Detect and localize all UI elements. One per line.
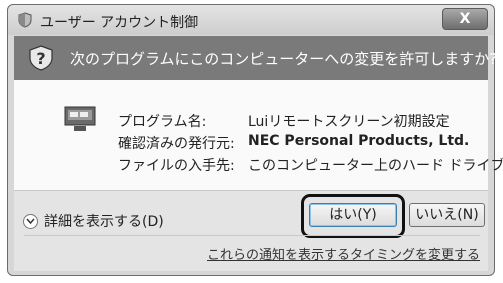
publisher-value: NEC Personal Products, Ltd.: [248, 133, 470, 149]
close-button[interactable]: X: [442, 8, 488, 30]
file-source-value: このコンピューター上のハード ドライブ: [248, 158, 503, 174]
program-details: プログラム名: Luiリモートスクリーン初期設定 確認済みの発行元: NEC P…: [14, 80, 503, 190]
publisher-label: 確認済みの発行元:: [118, 136, 235, 152]
window-title: ユーザー アカウント制御: [40, 15, 199, 31]
file-source-label: ファイルの入手先:: [118, 158, 235, 174]
program-name-value: Luiリモートスクリーン初期設定: [248, 114, 450, 130]
footer-divider: [24, 235, 480, 236]
title-bar: ユーザー アカウント制御 X: [8, 5, 494, 35]
show-details-toggle[interactable]: 詳細を表示する(D): [23, 211, 164, 231]
question-banner: ? 次のプログラムにこのコンピューターへの変更を許可しますか?: [14, 36, 497, 80]
program-icon: [64, 106, 96, 131]
uac-dialog: ユーザー アカウント制御 X ? 次のプログラムにこのコンピューターへの変更を許…: [7, 4, 503, 276]
chevron-down-icon: [23, 213, 38, 229]
show-details-label: 詳細を表示する(D): [44, 214, 164, 230]
program-name-label: プログラム名:: [118, 114, 207, 130]
question-shield-icon: ?: [29, 45, 53, 71]
notification-settings-link[interactable]: これらの通知を表示するタイミングを変更する: [207, 244, 480, 263]
no-button[interactable]: いいえ(N): [409, 203, 485, 227]
svg-text:?: ?: [36, 49, 45, 68]
dialog-footer: 詳細を表示する(D) はい(Y) いいえ(N) これらの通知を表示するタイミング…: [14, 190, 488, 271]
question-text: 次のプログラムにこのコンピューターへの変更を許可しますか?: [70, 50, 498, 68]
shield-icon: [18, 12, 32, 28]
yes-button[interactable]: はい(Y): [309, 203, 397, 227]
